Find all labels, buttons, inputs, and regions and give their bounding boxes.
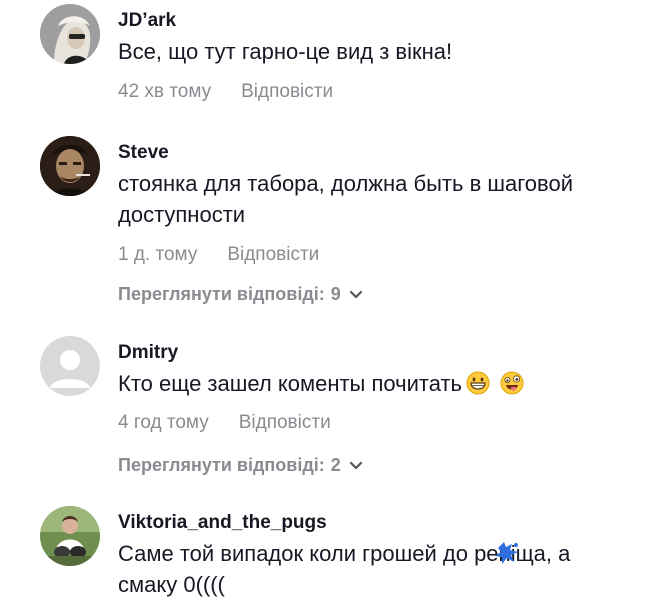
- default-avatar-icon: [40, 336, 100, 396]
- comment-username[interactable]: Viktoria_and_the_pugs: [118, 512, 327, 534]
- zany-face-emoji: [500, 371, 524, 403]
- comment-username[interactable]: Steve: [118, 142, 169, 164]
- user-photo-icon: [40, 4, 100, 64]
- avatar[interactable]: [40, 506, 100, 566]
- comment-text: стоянка для табора, должна быть в шагово…: [118, 171, 574, 227]
- user-photo-icon: [40, 136, 100, 196]
- comment-meta: 42 хв тому Відповісти: [118, 81, 333, 103]
- chevron-down-icon: [349, 283, 363, 305]
- comment-item: Viktoria_and_the_pugs Саме той випадок к…: [0, 500, 647, 597]
- comment-meta: 1 д. тому Відповісти: [118, 244, 319, 266]
- user-photo-icon: [40, 506, 100, 566]
- comment-item: Steve стоянка для табора, должна быть в …: [0, 120, 647, 310]
- comment-time: 1 д. тому: [118, 244, 198, 265]
- comment-text: Все, що тут гарно-це вид з вікна!: [118, 39, 453, 64]
- avatar[interactable]: [40, 136, 100, 196]
- view-replies-button[interactable]: Переглянути відповіді: 9: [118, 283, 363, 305]
- blue-splash-icon: [492, 538, 522, 573]
- comment-item: Dmitry Кто еще зашел коменты почитать 4 …: [0, 310, 647, 500]
- view-replies-label: Переглянути відповіді:: [118, 284, 325, 304]
- chevron-down-icon: [349, 454, 363, 476]
- avatar[interactable]: [40, 336, 100, 396]
- replies-count: 9: [330, 284, 341, 304]
- comment-text: Саме той випадок коли грошей до реніща, …: [118, 541, 571, 597]
- comment-text: Кто еще зашел коменты почитать: [118, 371, 463, 396]
- comment-username[interactable]: JD’ark: [118, 10, 176, 32]
- comment-username[interactable]: Dmitry: [118, 342, 178, 364]
- comment-time: 42 хв тому: [118, 81, 212, 102]
- comment-time: 4 год тому: [118, 412, 209, 433]
- comment-text-row: Кто еще зашел коменты почитать: [118, 368, 628, 403]
- comment-item: JD’ark Все, що тут гарно-це вид з вікна!…: [0, 0, 647, 120]
- grinning-face-emoji: [466, 371, 490, 403]
- comment-meta: 4 год тому Відповісти: [118, 412, 331, 434]
- avatar[interactable]: [40, 4, 100, 64]
- view-replies-label: Переглянути відповіді:: [118, 455, 325, 475]
- replies-count: 2: [330, 455, 341, 475]
- reply-button[interactable]: Відповісти: [241, 81, 333, 102]
- reply-button[interactable]: Відповісти: [227, 244, 319, 265]
- view-replies-button[interactable]: Переглянути відповіді: 2: [118, 454, 363, 476]
- reply-button[interactable]: Відповісти: [239, 412, 331, 433]
